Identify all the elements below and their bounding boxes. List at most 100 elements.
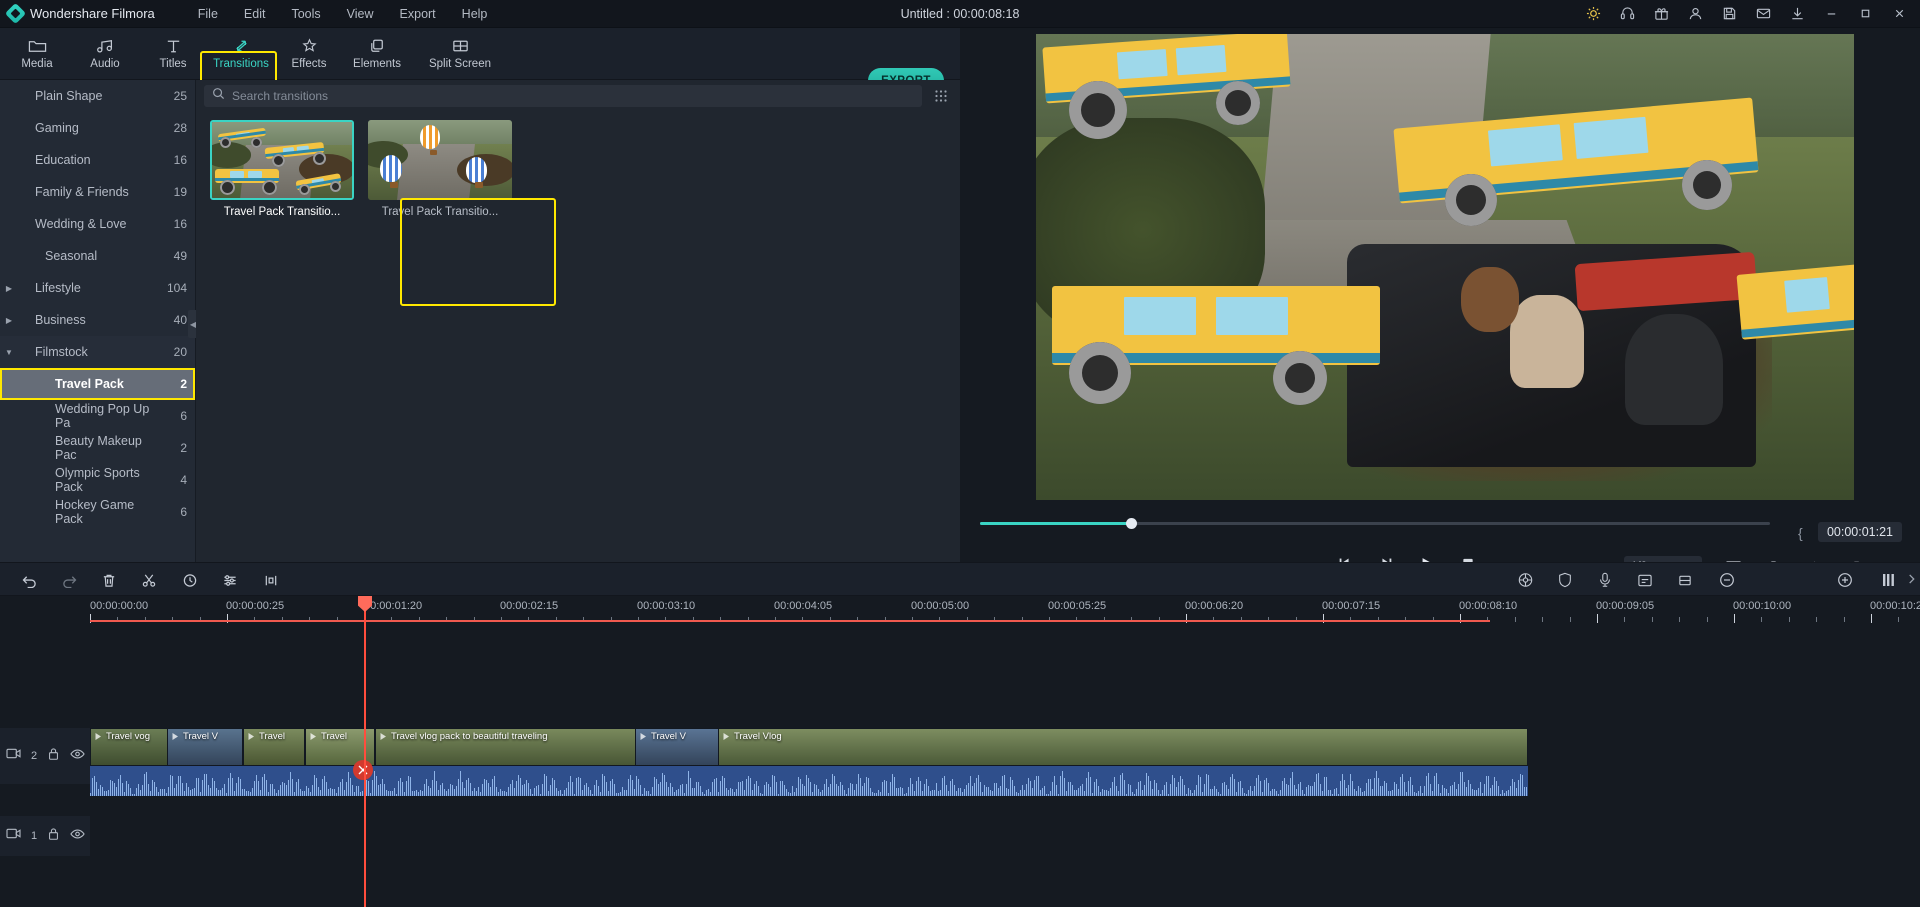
gift-icon[interactable] (1644, 0, 1678, 28)
video-preview[interactable] (1036, 34, 1854, 500)
sidebar-count: 6 (165, 505, 195, 519)
sidebar-item-travel-pack[interactable]: Travel Pack 2 (0, 368, 195, 400)
menu-tools[interactable]: Tools (278, 3, 333, 25)
caption-icon[interactable] (1632, 568, 1658, 592)
sidebar-item-plain-shape[interactable]: ▶ Plain Shape 25 (0, 80, 195, 112)
sidebar-item-gaming[interactable]: ▶ Gaming 28 (0, 112, 195, 144)
redo-icon[interactable] (56, 568, 82, 592)
sidebar-count: 16 (165, 217, 195, 231)
lock-icon[interactable] (47, 827, 60, 846)
close-icon[interactable] (1882, 0, 1916, 28)
folder-icon (28, 37, 47, 55)
clock-icon[interactable] (177, 568, 203, 592)
playhead[interactable] (364, 628, 366, 907)
chevron-down-icon[interactable]: ▼ (0, 348, 18, 357)
play-icon (638, 732, 648, 742)
track-header-1[interactable]: 1 (0, 816, 90, 856)
category-sidebar: ▶ Plain Shape 25 ▶ Gaming 28 ▶ Education… (0, 80, 196, 562)
sidebar-label: Hockey Game Pack (18, 498, 165, 526)
sidebar-item-filmstock[interactable]: ▼ Filmstock 20 (0, 336, 195, 368)
sliders-icon[interactable] (217, 568, 243, 592)
transition-thumbnail[interactable] (210, 120, 354, 200)
account-icon[interactable] (1678, 0, 1712, 28)
sidebar-item-education[interactable]: ▶ Education 16 (0, 144, 195, 176)
eye-icon[interactable] (70, 827, 85, 845)
clip-label: Travel (246, 731, 285, 742)
play-icon (246, 732, 256, 742)
crop-icon[interactable] (1672, 568, 1698, 592)
lock-icon[interactable] (47, 747, 60, 766)
menu-bar: File Edit Tools View Export Help (185, 3, 501, 25)
transition-tile-travel-pack-1[interactable]: Travel Pack Transitio... (210, 120, 354, 218)
sidebar-item-business[interactable]: ▶ Business 40 (0, 304, 195, 336)
tab-transitions-label: Transitions (213, 58, 269, 70)
seek-knob[interactable] (1126, 518, 1137, 529)
mail-icon[interactable] (1746, 0, 1780, 28)
headset-icon[interactable] (1610, 0, 1644, 28)
menu-file[interactable]: File (185, 3, 231, 25)
sidebar-item-beauty-makeup-pack[interactable]: Beauty Makeup Pac 2 (0, 432, 195, 464)
split-screen-icon (451, 37, 470, 55)
sidebar-count: 104 (165, 281, 195, 295)
table-row[interactable]: Travel Vlog (718, 728, 1528, 766)
menu-edit[interactable]: Edit (231, 3, 279, 25)
microphone-icon[interactable] (1592, 568, 1618, 592)
music-note-icon (96, 37, 115, 55)
tab-transitions[interactable]: Transitions (210, 29, 272, 79)
sidebar-label: Beauty Makeup Pac (18, 434, 165, 462)
download-icon[interactable] (1780, 0, 1814, 28)
chevron-right-icon[interactable]: ▶ (0, 316, 18, 325)
sidebar-label: Filmstock (18, 345, 165, 359)
scissors-icon[interactable] (136, 568, 162, 592)
transition-tile-travel-pack-2[interactable]: Travel Pack Transitio... (368, 120, 512, 218)
tab-effects[interactable]: Effects (278, 29, 340, 79)
tab-split-screen[interactable]: Split Screen (414, 29, 506, 79)
fit-icon[interactable] (1876, 568, 1902, 592)
table-row[interactable]: Travel V (167, 728, 243, 766)
menu-view[interactable]: View (334, 3, 387, 25)
plus-circle-icon[interactable] (1832, 568, 1858, 592)
transition-marker-icon[interactable] (353, 760, 373, 780)
brightness-icon[interactable] (1576, 0, 1610, 28)
sidebar-label: Seasonal (18, 249, 165, 263)
mark-in-button[interactable]: { (1798, 525, 1803, 541)
maximize-icon[interactable] (1848, 0, 1882, 28)
search-input[interactable]: Search transitions (204, 85, 922, 107)
tab-titles-label: Titles (159, 58, 186, 70)
tab-audio[interactable]: Audio (74, 29, 136, 79)
menu-help[interactable]: Help (449, 3, 501, 25)
minimize-icon[interactable] (1814, 0, 1848, 28)
save-icon[interactable] (1712, 0, 1746, 28)
track-header-2[interactable]: 2 (0, 728, 90, 784)
undo-icon[interactable] (16, 568, 42, 592)
preview-seek-bar[interactable] (980, 516, 1770, 530)
sidebar-item-lifestyle[interactable]: ▶ Lifestyle 104 (0, 272, 195, 304)
sidebar-item-hockey-game-pack[interactable]: Hockey Game Pack 6 (0, 496, 195, 528)
ruler-tick: 00:00:10:2 (1870, 600, 1920, 612)
grid-view-icon[interactable] (930, 85, 952, 107)
sidebar-item-family-friends[interactable]: ▶ Family & Friends 19 (0, 176, 195, 208)
sidebar-label: Education (18, 153, 165, 167)
table-row[interactable]: Travel V (635, 728, 731, 766)
minus-circle-icon[interactable] (1714, 568, 1740, 592)
layers-icon (368, 37, 387, 55)
sidebar-item-olympic-sports-pack[interactable]: Olympic Sports Pack 4 (0, 464, 195, 496)
audio-waveform[interactable] (90, 766, 1528, 796)
eye-icon[interactable] (70, 747, 85, 765)
transition-thumbnail[interactable] (368, 120, 512, 200)
menu-export[interactable]: Export (387, 3, 449, 25)
tab-titles[interactable]: Titles (142, 29, 204, 79)
color-wheel-icon[interactable] (1512, 568, 1538, 592)
table-row[interactable]: Travel (243, 728, 305, 766)
sidebar-item-wedding-love[interactable]: ▶ Wedding & Love 16 (0, 208, 195, 240)
chevron-right-icon[interactable]: ▶ (0, 284, 18, 293)
tab-media[interactable]: Media (6, 29, 68, 79)
tab-elements[interactable]: Elements (346, 29, 408, 79)
timeline-ruler[interactable]: 00:00:00:00 00:00:00:25 00:00:01:20 00:0… (0, 596, 1920, 628)
sidebar-item-seasonal[interactable]: ▶ Seasonal 49 (0, 240, 195, 272)
marker-icon[interactable] (258, 568, 284, 592)
scroll-right-icon[interactable] (1902, 562, 1920, 596)
sidebar-item-wedding-pop-up-pack[interactable]: Wedding Pop Up Pa 6 (0, 400, 195, 432)
shield-icon[interactable] (1552, 568, 1578, 592)
trash-icon[interactable] (96, 568, 122, 592)
